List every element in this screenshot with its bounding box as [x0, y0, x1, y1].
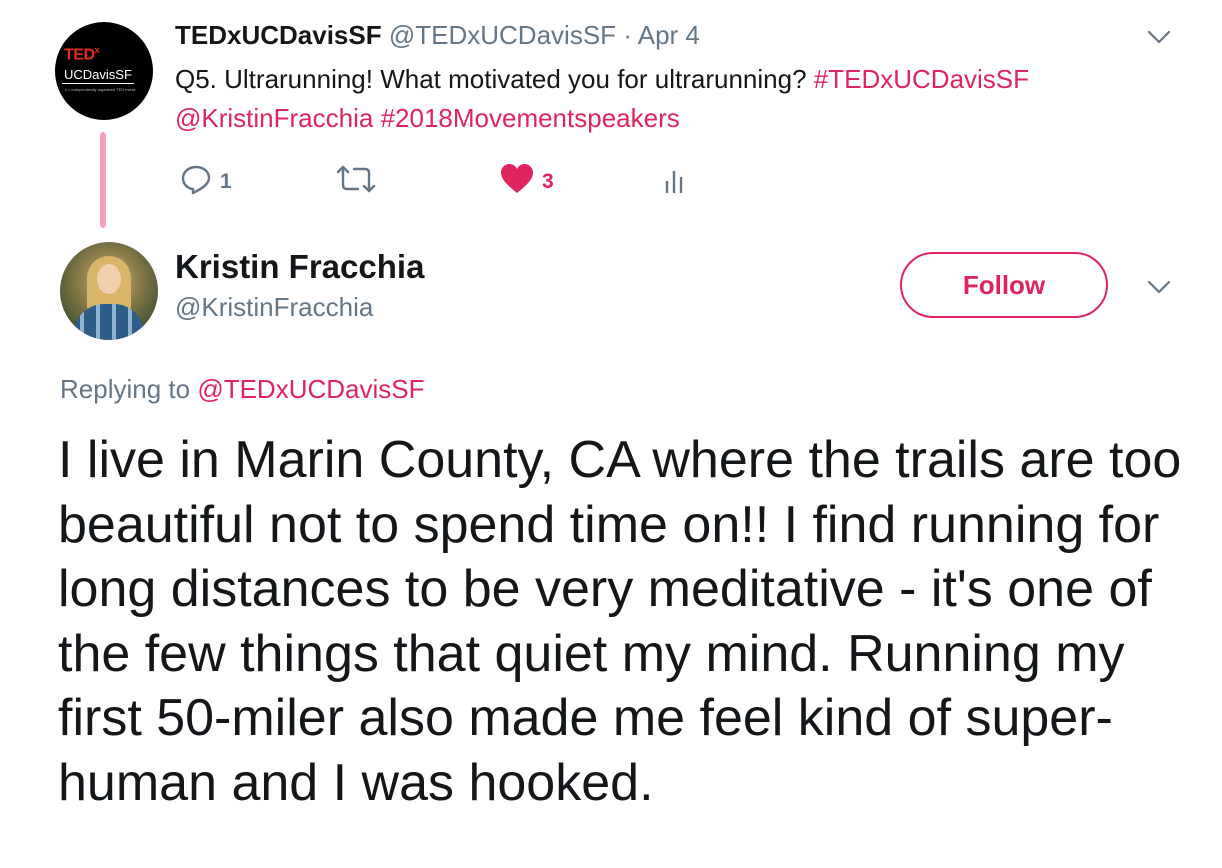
- reply-icon: [180, 163, 212, 200]
- replying-to-mention[interactable]: @TEDxUCDavisSF: [197, 374, 424, 404]
- tweet-date[interactable]: Apr 4: [638, 20, 700, 50]
- parent-tweet-text: Q5. Ultrarunning! What motivated you for…: [175, 60, 1135, 138]
- avatar-shirt: [74, 304, 144, 340]
- handle[interactable]: @TEDxUCDavisSF: [389, 20, 616, 50]
- reply-action[interactable]: 1: [180, 163, 232, 200]
- hashtag-link[interactable]: #TEDxUCDavisSF: [814, 64, 1029, 94]
- heart-icon: [500, 163, 534, 200]
- replying-to-label: Replying to: [60, 374, 191, 404]
- ted-logo-name: UCDavisSF: [62, 67, 134, 84]
- mention-link[interactable]: @KristinFracchia: [175, 103, 373, 133]
- ted-logo: TEDx: [64, 45, 100, 64]
- follow-button[interactable]: Follow: [900, 252, 1108, 318]
- avatar-face: [97, 264, 121, 294]
- thread-line: [100, 132, 106, 228]
- avatar-kristin-fracchia[interactable]: [60, 242, 158, 340]
- hashtag-link[interactable]: #2018Movementspeakers: [381, 103, 680, 133]
- reply-display-name[interactable]: Kristin Fracchia: [175, 248, 424, 286]
- reply-count: 1: [220, 169, 232, 193]
- like-count: 3: [542, 169, 554, 193]
- avatar-tedxucdavissf[interactable]: TEDx UCDavisSF x = independently organiz…: [55, 22, 153, 120]
- chevron-down-icon[interactable]: [1146, 274, 1172, 300]
- analytics-action[interactable]: [664, 163, 688, 200]
- separator: ·: [623, 20, 632, 50]
- ted-logo-tagline: x = independently organized TED event: [65, 87, 136, 92]
- retweet-icon: [336, 163, 376, 200]
- chevron-down-icon[interactable]: [1146, 24, 1172, 50]
- replying-to-line: Replying to @TEDxUCDavisSF: [60, 374, 425, 405]
- parent-tweet-header: TEDxUCDavisSF @TEDxUCDavisSF · Apr 4: [175, 20, 700, 51]
- tweet-text: Q5. Ultrarunning! What motivated you for…: [175, 64, 807, 94]
- analytics-icon: [664, 163, 688, 200]
- reply-handle[interactable]: @KristinFracchia: [175, 292, 373, 323]
- retweet-action[interactable]: [336, 163, 376, 200]
- like-action[interactable]: 3: [500, 163, 554, 200]
- display-name[interactable]: TEDxUCDavisSF: [175, 20, 382, 50]
- reply-tweet-text: I live in Marin County, CA where the tra…: [58, 431, 1182, 812]
